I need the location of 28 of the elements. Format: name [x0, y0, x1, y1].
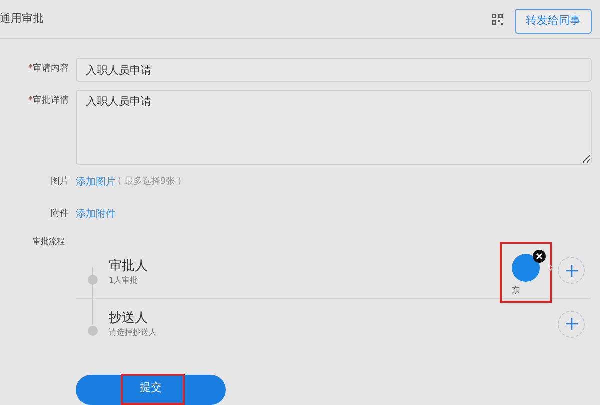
field-label: 附件 — [50, 208, 70, 221]
field-label: 审请内容 — [33, 63, 69, 76]
input-field[interactable]: 入职人员申请 — [76, 58, 592, 82]
step-subtitle: 请选择抄送人 — [109, 326, 157, 338]
step-title: 审批人 — [109, 258, 148, 275]
section-label: 审批流程 — [33, 237, 65, 247]
plus-icon — [566, 264, 578, 276]
text-area[interactable]: 入职人员申请 — [76, 90, 592, 165]
forward-button[interactable]: 转发给同事 — [515, 9, 592, 34]
close-icon[interactable] — [533, 250, 546, 263]
hint-text: ( 最多选择9张 ) — [118, 176, 182, 189]
required-mark: * — [28, 95, 33, 108]
chevron-icon — [549, 264, 554, 272]
add-person-button[interactable] — [558, 257, 585, 284]
add-link[interactable]: 添加图片 — [76, 175, 116, 190]
person-name: 东 — [512, 285, 520, 297]
page-title: 通用审批 — [0, 10, 44, 27]
field-label: 图片 — [50, 176, 70, 189]
step-subtitle: 1人审批 — [109, 275, 140, 287]
avatar[interactable] — [512, 254, 540, 282]
field-label: 审批详情 — [33, 95, 69, 108]
step-title: 抄送人 — [109, 310, 149, 326]
add-link[interactable]: 添加附件 — [76, 207, 116, 222]
add-person-button[interactable] — [558, 310, 585, 338]
submit-button[interactable]: 提交 — [76, 375, 226, 405]
plus-icon — [566, 318, 578, 330]
qr-code-icon[interactable] — [492, 14, 503, 24]
required-mark: * — [28, 63, 33, 76]
